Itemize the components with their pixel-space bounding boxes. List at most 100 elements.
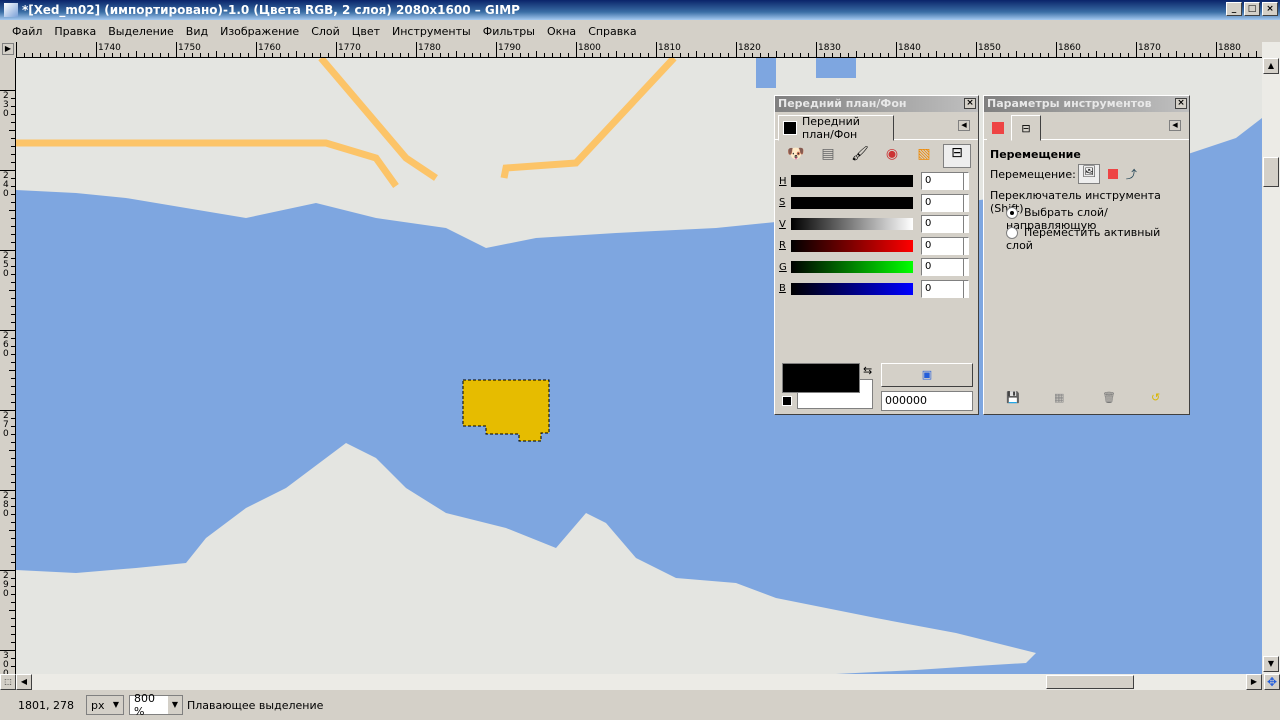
menu-filters[interactable]: Фильтры <box>477 25 541 38</box>
scroll-right-button[interactable]: ▶ <box>1246 674 1262 690</box>
palette-selector-icon[interactable]: ▧ <box>913 146 935 166</box>
menu-colors[interactable]: Цвет <box>346 25 386 38</box>
color-picker-button[interactable]: ▣ <box>881 363 973 387</box>
ruler-tick <box>112 53 113 57</box>
close-button[interactable]: × <box>1262 2 1278 16</box>
ruler-tick <box>11 162 15 163</box>
channel-value-input[interactable]: 0 <box>921 172 969 190</box>
menu-layer[interactable]: Слой <box>305 25 346 38</box>
quick-mask-menu-button[interactable]: ▶ <box>2 43 14 55</box>
gimp-selector-icon[interactable]: 🐶 <box>785 146 807 166</box>
channel-slider-g[interactable]: G <box>779 258 913 276</box>
tab-tool-options[interactable]: ⊟ <box>1011 115 1041 141</box>
unit-select[interactable]: px ▼ <box>86 695 124 715</box>
ruler-tick <box>648 53 649 57</box>
ruler-tick <box>376 51 377 57</box>
menu-select[interactable]: Выделение <box>102 25 180 38</box>
channel-gradient[interactable] <box>791 175 913 187</box>
tab-tool-red[interactable] <box>987 115 1011 141</box>
ruler-label: 1840 <box>898 43 921 53</box>
foreground-color-swatch[interactable] <box>782 363 860 393</box>
radio-move-active-layer[interactable]: Переместить активный слой <box>1006 226 1189 252</box>
navigate-icon[interactable]: ✥ <box>1264 674 1280 690</box>
restore-options-icon[interactable]: ▦ <box>1054 391 1064 404</box>
hex-color-input[interactable]: 000000 <box>881 391 973 411</box>
reset-options-icon[interactable]: ↺ <box>1151 391 1160 404</box>
channel-gradient[interactable] <box>791 282 913 295</box>
vertical-ruler[interactable]: 230 240 250 260 270 280 290 300 <box>0 58 16 674</box>
vertical-scroll-thumb[interactable] <box>1263 157 1279 187</box>
default-colors-icon[interactable] <box>782 396 792 406</box>
maximize-button[interactable]: □ <box>1244 2 1260 16</box>
horizontal-scrollbar[interactable]: ⬚ ◀ ▶ ✥ <box>0 674 1280 690</box>
menu-help[interactable]: Справка <box>582 25 642 38</box>
swap-colors-icon[interactable]: ⇆ <box>863 364 872 377</box>
delete-options-icon[interactable]: 🗑 <box>1102 391 1116 404</box>
watercolor-selector-icon[interactable]: 🖌 <box>849 146 871 166</box>
minimize-button[interactable]: _ <box>1226 2 1242 16</box>
menu-edit[interactable]: Правка <box>48 25 102 38</box>
save-options-icon[interactable]: 💾 <box>1006 391 1020 404</box>
close-icon[interactable]: × <box>964 98 976 109</box>
cmyk-selector-icon[interactable]: ▤ <box>817 146 839 166</box>
channel-slider-h[interactable]: H <box>779 172 913 190</box>
channel-gradient[interactable] <box>791 196 913 209</box>
channel-slider-b[interactable]: B <box>779 280 913 298</box>
menu-view[interactable]: Вид <box>180 25 214 38</box>
scroll-up-button[interactable]: ▲ <box>1263 58 1279 74</box>
ruler-tick <box>856 51 857 57</box>
spin-buttons[interactable] <box>963 236 973 255</box>
spin-buttons[interactable] <box>963 172 973 190</box>
channel-value-input[interactable]: 0 <box>921 258 969 276</box>
wheel-selector-icon[interactable]: ◉ <box>881 146 903 166</box>
menu-file[interactable]: Файл <box>6 25 48 38</box>
ruler-tick <box>400 53 401 57</box>
channel-value-input[interactable]: 0 <box>921 279 969 298</box>
ruler-tick <box>48 53 49 57</box>
channel-label: R <box>779 240 786 251</box>
channel-gradient[interactable] <box>791 218 913 230</box>
channel-value-input[interactable]: 0 <box>921 236 969 255</box>
scroll-left-button[interactable]: ◀ <box>16 674 32 690</box>
ruler-tick <box>776 51 777 57</box>
ruler-tick <box>1192 53 1193 57</box>
channel-slider-s[interactable]: S <box>779 194 913 212</box>
move-selection-icon[interactable] <box>1107 169 1118 179</box>
tab-menu-button[interactable]: ◀ <box>958 120 970 131</box>
move-type-label: Перемещение: <box>990 167 1076 181</box>
ruler-tick <box>11 626 15 627</box>
menu-image[interactable]: Изображение <box>214 25 305 38</box>
tab-fg-bg[interactable]: Передний план/Фон <box>778 115 894 141</box>
ruler-tick <box>11 514 15 515</box>
ruler-tick <box>1208 53 1209 57</box>
zoom-select[interactable]: 800 % ▼ <box>129 692 183 718</box>
spin-buttons[interactable] <box>963 258 973 276</box>
menu-windows[interactable]: Окна <box>541 25 582 38</box>
spin-buttons[interactable] <box>963 279 973 298</box>
channel-gradient[interactable] <box>791 239 913 252</box>
channel-value-input[interactable]: 0 <box>921 193 969 212</box>
vertical-scrollbar[interactable]: ▲ ▼ <box>1262 42 1280 674</box>
scales-selector-icon[interactable]: ⊟ <box>943 144 971 168</box>
spin-buttons[interactable] <box>963 215 973 233</box>
tab-fg-bg-label: Передний план/Фон <box>802 115 860 141</box>
channel-slider-r[interactable]: R <box>779 237 913 255</box>
ruler-tick <box>464 53 465 57</box>
close-icon[interactable]: × <box>1175 98 1187 109</box>
channel-gradient[interactable] <box>791 261 913 273</box>
horizontal-scroll-thumb[interactable] <box>1046 675 1134 689</box>
ruler-tick <box>816 42 817 57</box>
ruler-tick <box>984 53 985 57</box>
quick-mask-toggle[interactable]: ⬚ <box>0 674 16 690</box>
scroll-down-button[interactable]: ▼ <box>1263 656 1279 672</box>
tab-menu-button[interactable]: ◀ <box>1169 120 1181 131</box>
menu-tools[interactable]: Инструменты <box>386 25 477 38</box>
move-path-icon[interactable]: ⤴ <box>1126 166 1137 182</box>
channel-value-input[interactable]: 0 <box>921 215 969 233</box>
ruler-tick <box>1120 53 1121 57</box>
spin-buttons[interactable] <box>963 193 973 212</box>
horizontal-ruler[interactable]: 1740 1750 1760 1770 1780 1790 1800 1810 1820 1830… <box>16 42 1262 58</box>
ruler-label: 250 <box>3 251 9 279</box>
move-layer-icon[interactable]: 🖼 <box>1077 164 1100 184</box>
channel-slider-v[interactable]: V <box>779 215 913 233</box>
